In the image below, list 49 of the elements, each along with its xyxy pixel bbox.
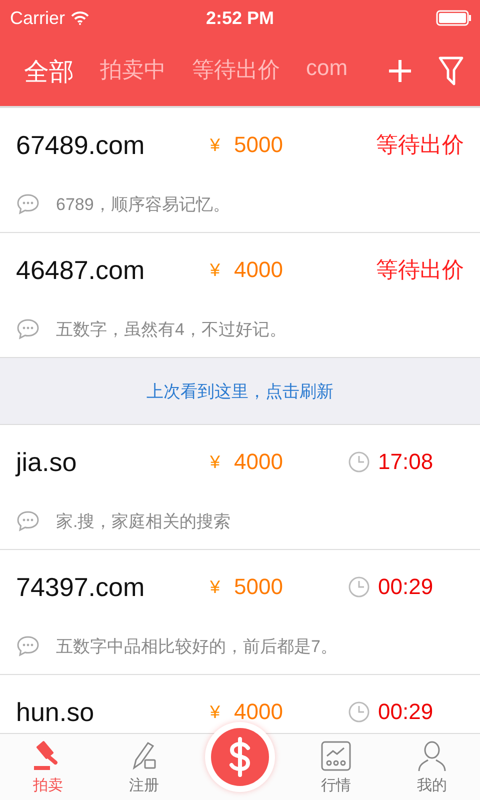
countdown-time: 00:29 xyxy=(378,699,434,725)
domain-name: 74397.com xyxy=(16,572,146,602)
domain-name: jia.so xyxy=(16,446,78,478)
domain-note: 五数字中品相比较好的，前后都是7。 xyxy=(56,636,338,658)
domain-note: 家.搜，家庭相关的搜索 xyxy=(56,510,231,532)
carrier-name: Carrier xyxy=(10,8,66,28)
filter-tab[interactable]: 全部 xyxy=(24,54,74,88)
refresh-banner[interactable]: 上次看到这里，点击刷新 xyxy=(0,358,480,425)
domain-name: hun.so xyxy=(16,696,96,728)
currency-sign: ¥ xyxy=(210,576,220,598)
clock-time: 2:52 PM xyxy=(204,8,276,28)
clock-icon xyxy=(348,451,370,473)
currency-sign: ¥ xyxy=(210,260,220,280)
price-text: 4000 xyxy=(234,699,284,725)
price-text: 4000 xyxy=(234,449,284,475)
chart-icon xyxy=(320,740,352,772)
currency-sign: ¥ xyxy=(210,702,220,722)
filter-tab[interactable]: 拍卖中 xyxy=(100,54,166,88)
tab-bar-item[interactable]: 拍卖 xyxy=(0,734,96,800)
price-text: 4000 xyxy=(234,257,284,283)
clock-icon xyxy=(348,701,370,723)
tab-bar-item[interactable]: 行情 xyxy=(288,734,384,800)
currency-sign: ¥ xyxy=(210,452,220,472)
domain-name: 46487.com xyxy=(16,254,146,286)
filter-tab[interactable]: com xyxy=(306,54,348,88)
price-text: 5000 xyxy=(234,132,284,158)
wifi-icon xyxy=(71,11,90,25)
currency-sign: ¥ xyxy=(210,134,220,156)
comment-icon xyxy=(16,318,40,340)
comment-icon xyxy=(16,510,40,532)
countdown-time: 17:08 xyxy=(378,449,434,475)
domain-note: 6789，顺序容易记忆。 xyxy=(56,194,230,216)
comment-icon xyxy=(16,193,40,215)
countdown-time: 00:29 xyxy=(378,574,434,600)
status-text: 等待出价 xyxy=(376,256,464,284)
tab-bar-item[interactable]: 注册 xyxy=(96,734,192,800)
domain-name: 67489.com xyxy=(16,130,146,160)
battery-icon xyxy=(436,10,472,26)
comment-icon xyxy=(16,635,40,657)
domain-note: 五数字，虽然有4，不过好记。 xyxy=(56,318,286,340)
filter-icon[interactable] xyxy=(438,56,464,86)
status-text: 等待出价 xyxy=(376,131,464,159)
tab-bar-item[interactable]: 我的 xyxy=(384,734,480,800)
price-text: 5000 xyxy=(234,574,284,600)
filter-tab[interactable]: 等待出价 xyxy=(192,54,280,88)
add-icon[interactable] xyxy=(388,59,412,83)
person-icon xyxy=(416,740,448,772)
bid-button[interactable] xyxy=(205,722,275,792)
clock-icon xyxy=(348,576,370,598)
